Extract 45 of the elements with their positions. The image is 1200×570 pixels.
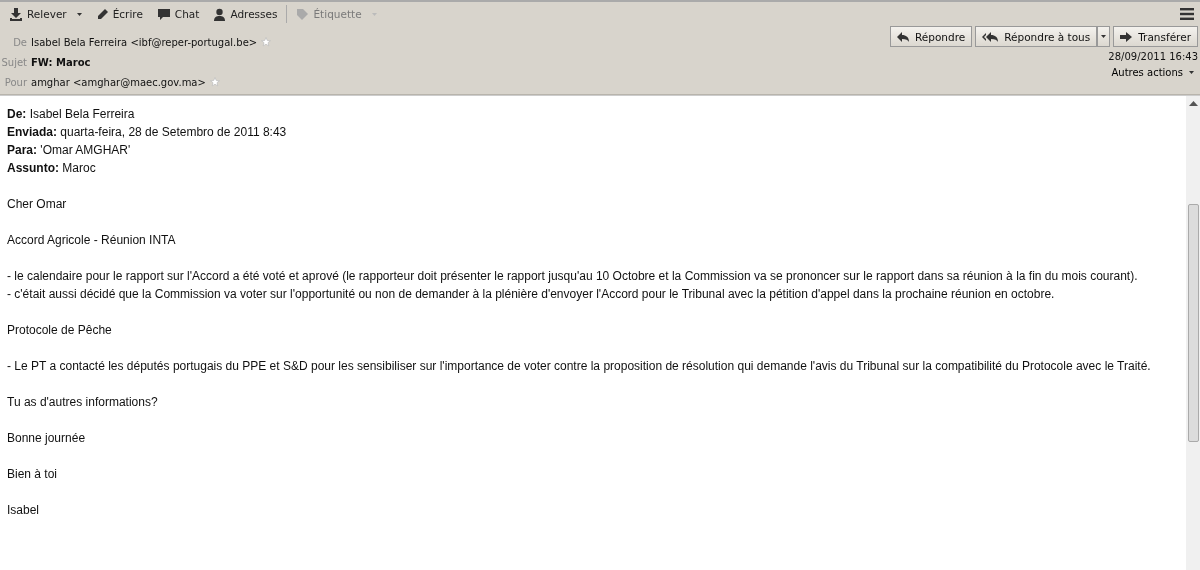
- star-icon[interactable]: [261, 37, 272, 47]
- tag-icon: [296, 7, 310, 21]
- field-label: De: [12, 36, 27, 48]
- reply-button[interactable]: Répondre à tous: [975, 26, 1098, 47]
- message-text: Enviada: quarta-feira, 28 de Setembro de 2011 8:43: [7, 124, 288, 141]
- star-icon[interactable]: [209, 77, 220, 87]
- field-value: amghar <amghar@maec.gov.ma>: [31, 76, 206, 88]
- scrollbar[interactable]: [1186, 96, 1200, 570]
- message-text: Assunto: Maroc: [7, 160, 97, 177]
- field-value: FW: Maroc: [31, 56, 91, 68]
- reply-button[interactable]: Transférer: [1113, 26, 1198, 47]
- message-text: De: Isabel Bela Ferreira: [7, 106, 136, 123]
- dropdown-button[interactable]: [1097, 26, 1111, 47]
- toolbar-button[interactable]: Écrire: [90, 5, 148, 23]
- scroll-up-icon[interactable]: [1188, 100, 1198, 106]
- message-text: Bonne journée: [7, 430, 87, 447]
- message-text: - Le PT a contacté les députés portugais du PPE et S&D pour les sensibiliser sur l'importance de voter contre la proposition de résolution qui demande l'avis du Tribunal sur la compatibilité du Protocole avec le Traité.: [7, 358, 1152, 375]
- message-date: 28/09/2011 16:43: [1108, 51, 1198, 62]
- message-text: Protocole de Pêche: [7, 322, 113, 339]
- message-text: Cher Omar: [7, 196, 68, 213]
- field-value: Isabel Bela Ferreira <ibf@reper-portugal.be>: [31, 36, 258, 48]
- pencil-icon: [95, 7, 109, 21]
- message-text: Accord Agricole - Réunion INTA: [7, 232, 177, 249]
- reply-button[interactable]: Répondre: [889, 26, 973, 47]
- forward-icon: [1120, 31, 1133, 42]
- field-label: Pour: [3, 76, 27, 88]
- caret-icon: [1101, 35, 1107, 38]
- person-icon: [213, 7, 227, 21]
- reply-icon: [896, 31, 909, 42]
- download-icon: [9, 7, 23, 21]
- message-text: Bien à toi: [7, 466, 59, 483]
- more-actions-menu[interactable]: Autres actions: [1107, 64, 1198, 80]
- toolbar-button[interactable]: Adresses: [208, 5, 283, 23]
- reply-all-icon: [982, 31, 999, 42]
- menu-icon[interactable]: [1180, 8, 1194, 20]
- message-text: Tu as d'autres informations?: [7, 394, 159, 411]
- chat-icon: [156, 7, 171, 21]
- message-text: - le calendaire pour le rapport sur l'Accord a été voté et aprové (le rapporteur doit présenter le rapport jusqu'au 10 Octobre et la Commission va se prononcer sur le rapport dans sa réunion à la fin du mois courant).: [7, 268, 1139, 285]
- message-text: Para: 'Omar AMGHAR': [7, 142, 132, 159]
- message-text: - c'était aussi décidé que la Commission va voter sur l'opportunité ou non de demander à la plénière d'envoyer l'Accord pour le Tribunal avec la pétition d'appel dans la prochaine réunion en octobre.: [7, 286, 1056, 303]
- message-text: Isabel: [7, 502, 41, 519]
- field-label: Sujet: [0, 56, 27, 68]
- toolbar-button[interactable]: Relever: [4, 5, 87, 23]
- caret-icon: [1189, 71, 1194, 74]
- toolbar-button[interactable]: Chat: [151, 5, 205, 23]
